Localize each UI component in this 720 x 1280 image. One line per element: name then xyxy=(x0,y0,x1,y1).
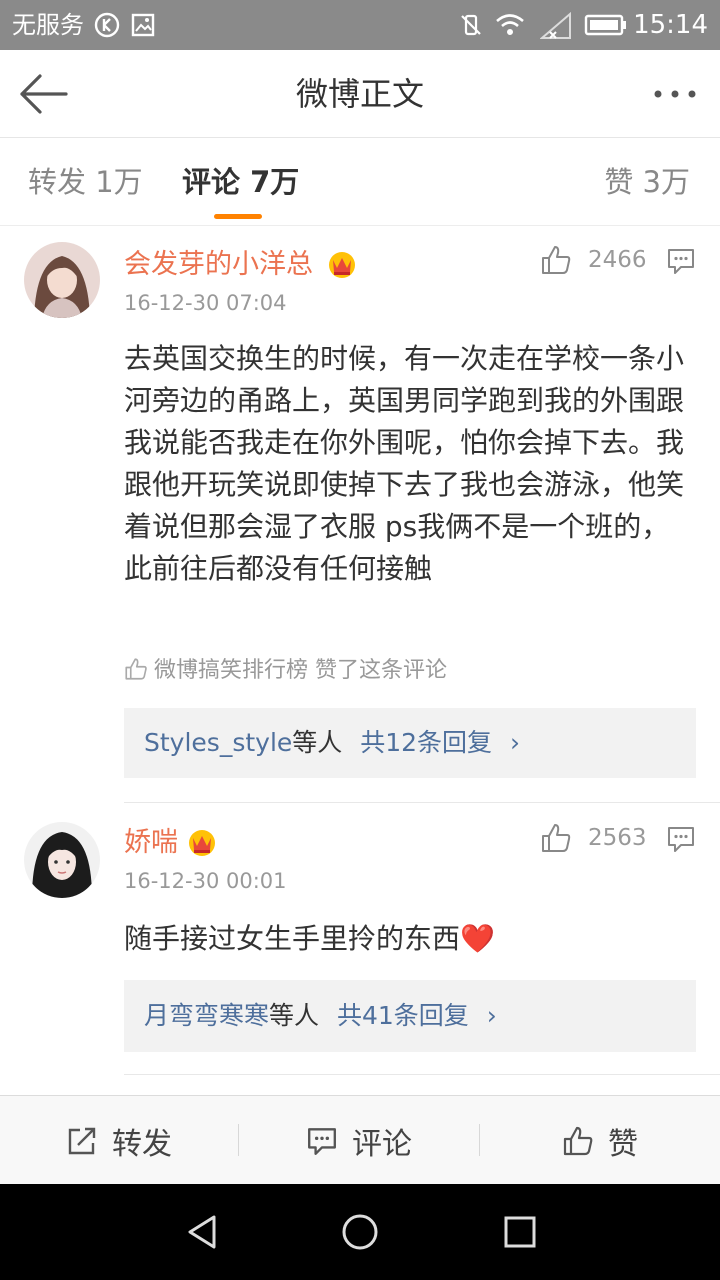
page-title: 微博正文 xyxy=(295,75,424,113)
reply-count[interactable]: 共12条回复 xyxy=(360,728,492,757)
like-count: 2466 xyxy=(588,247,647,273)
comment-text: 随手接过女生手里拎的东西❤️ xyxy=(124,922,495,955)
vip-crown-icon xyxy=(329,252,355,278)
comment-text: 去英国交换生的时候，有一次走在学校一条小河旁边的甬路上，英国男同学跑到我的外围跟… xyxy=(124,342,685,585)
like-count: 2563 xyxy=(588,825,647,851)
vibrate-off-icon xyxy=(461,14,481,36)
tab-repost[interactable]: 转发 1万 xyxy=(28,162,143,202)
reply-suffix: 等人 xyxy=(292,728,343,757)
active-tab-indicator xyxy=(214,214,262,219)
tab-likes[interactable]: 赞 3万 xyxy=(604,162,690,202)
share-icon xyxy=(68,1127,96,1154)
reply-suffix: 等人 xyxy=(269,1001,320,1030)
small-thumbs-up-icon xyxy=(125,658,147,680)
vip-crown-icon xyxy=(189,830,215,856)
comment-button[interactable]: 评论 xyxy=(239,1096,479,1185)
comment-item: 会发芽的小洋总 16-12-30 07:04 2466 去英国交换生的时候，有一… xyxy=(0,226,720,804)
chevron-right-icon: › xyxy=(486,1001,497,1030)
avatar[interactable] xyxy=(24,822,100,898)
image-icon xyxy=(131,13,155,37)
reply-summary[interactable]: 月弯弯寒寒等人 共41条回复 › xyxy=(124,980,696,1052)
comment-icon xyxy=(308,1127,336,1155)
like-button[interactable]: 赞 xyxy=(480,1096,720,1185)
k-icon xyxy=(94,12,120,38)
repost-label: 转发 xyxy=(112,1126,172,1162)
repost-button[interactable]: 转发 xyxy=(0,1096,238,1185)
comment-date: 16-12-30 07:04 xyxy=(124,291,287,315)
reply-users[interactable]: Styles_style xyxy=(144,728,292,757)
thumbs-up-icon[interactable] xyxy=(540,822,572,854)
comment-reply-icon[interactable] xyxy=(666,824,696,854)
comment-reply-icon[interactable] xyxy=(666,246,696,276)
nav-bar: 微博正文 xyxy=(0,50,720,138)
reply-users[interactable]: 月弯弯寒寒 xyxy=(144,1001,269,1030)
reply-count[interactable]: 共41条回复 xyxy=(337,1001,469,1030)
comment-username[interactable]: 娇喘 xyxy=(124,824,178,862)
comment-item: 娇喘 16-12-30 00:01 2563 随手接过女生手里拎的东西❤️ 月弯… xyxy=(0,804,720,1076)
tab-comments[interactable]: 评论 7万 xyxy=(182,162,299,202)
divider xyxy=(124,1074,720,1075)
home-circle-icon[interactable] xyxy=(340,1212,380,1252)
thumbs-up-icon[interactable] xyxy=(540,244,572,276)
more-icon[interactable] xyxy=(650,72,700,116)
comment-label: 评论 xyxy=(352,1126,412,1162)
avatar[interactable] xyxy=(24,242,100,318)
recents-square-icon[interactable] xyxy=(500,1212,540,1252)
comment-username[interactable]: 会发芽的小洋总 xyxy=(124,246,313,284)
bottom-action-bar: 转发 评论 赞 xyxy=(0,1095,720,1184)
carrier-text: 无服务 xyxy=(12,11,84,39)
thumbs-up-icon xyxy=(563,1126,593,1155)
back-triangle-icon[interactable] xyxy=(182,1212,222,1252)
chevron-right-icon: › xyxy=(510,728,521,757)
status-bar: 无服务 15:14 xyxy=(0,0,720,50)
like-label: 赞 xyxy=(608,1126,638,1162)
liked-by-text: 微博搞笑排行榜 赞了这条评论 xyxy=(154,658,447,683)
divider xyxy=(124,802,720,803)
clock-time: 15:14 xyxy=(633,10,708,40)
wifi-icon xyxy=(496,14,524,35)
battery-icon xyxy=(584,14,626,36)
signal-icon xyxy=(540,12,571,39)
reply-summary[interactable]: Styles_style等人 共12条回复 › xyxy=(124,708,696,778)
liked-by-line: 微博搞笑排行榜 赞了这条评论 xyxy=(124,656,447,686)
tab-bar: 转发 1万 评论 7万 赞 3万 xyxy=(0,138,720,226)
comment-date: 16-12-30 00:01 xyxy=(124,869,287,893)
system-nav-bar xyxy=(0,1184,720,1280)
